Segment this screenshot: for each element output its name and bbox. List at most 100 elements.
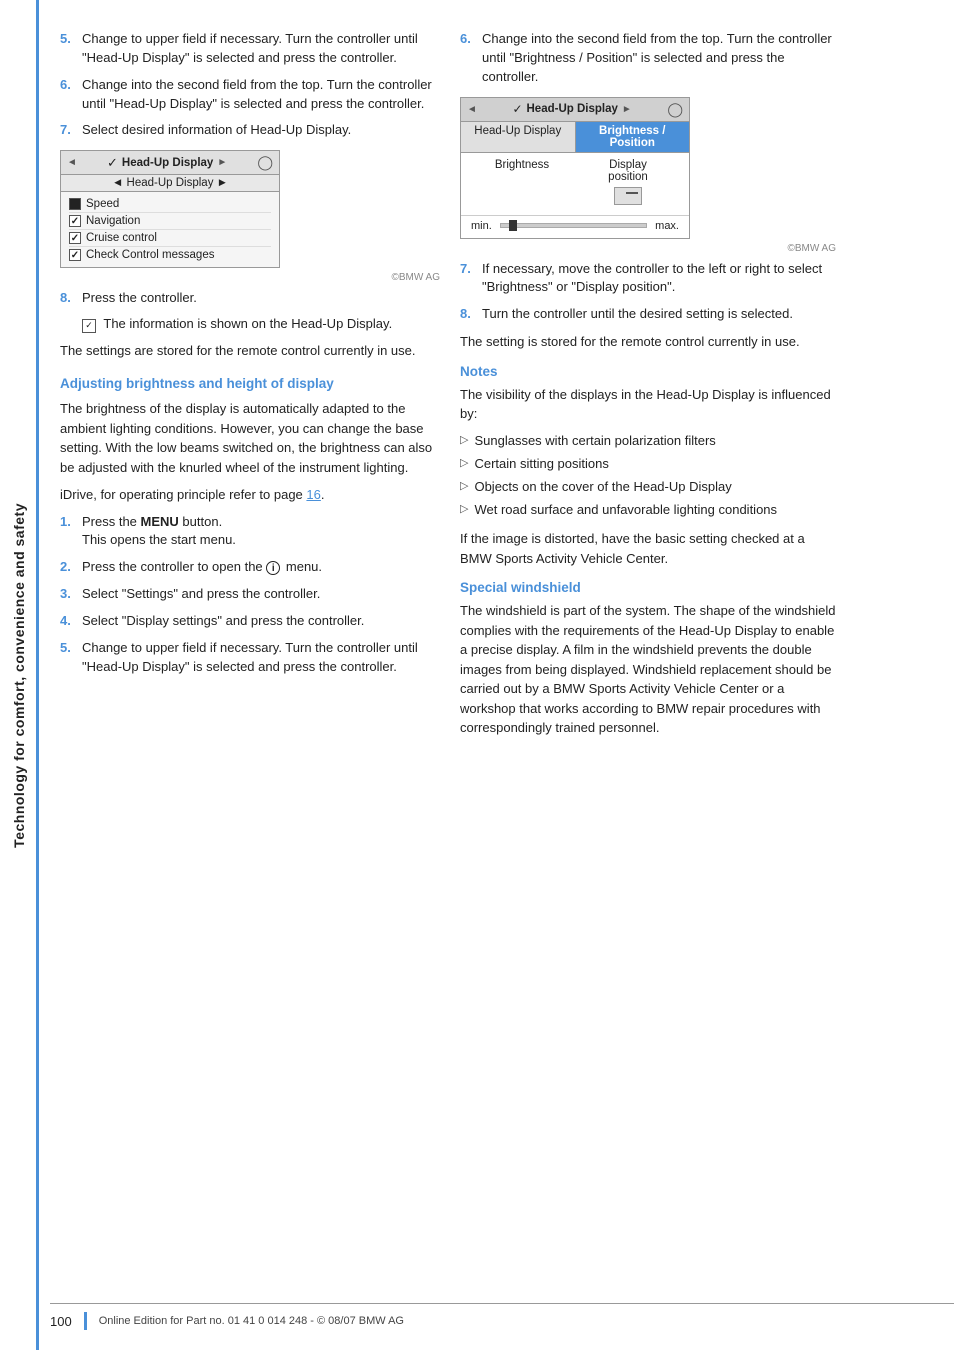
step-4-bottom-text: Select "Display settings" and press the … — [82, 612, 440, 631]
step-3-bottom: 3. Select "Settings" and press the contr… — [60, 585, 440, 604]
hud-box-1: ◄ ✓ Head-Up Display ► ◯ ◄ Head-Up Displa… — [60, 150, 280, 268]
hud-icon: ✓ — [107, 155, 118, 171]
hud-settings-title-center: ✓ Head-Up Display ► — [477, 102, 667, 116]
hud-settings-title-text: Head-Up Display — [527, 103, 618, 115]
idrive-page-link[interactable]: 16 — [306, 487, 320, 502]
hud-check-control-item: ✓ Check Control messages — [69, 247, 271, 263]
step-8-text: Press the controller. — [82, 289, 440, 308]
step-8: 8. Press the controller. — [60, 289, 440, 308]
para-settings-stored: The settings are stored for the remote c… — [60, 341, 440, 361]
hud-brightness-col: Brightness — [469, 159, 575, 209]
hud-display-pos-col: Displayposition — [575, 159, 681, 209]
hud-subtitle-text: ◄ Head-Up Display ► — [112, 177, 228, 189]
nav-label: Navigation — [86, 215, 140, 227]
step-1-bottom: 1. Press the MENU button. This opens the… — [60, 513, 440, 551]
step-8-num: 8. — [60, 289, 82, 308]
step-8-info: ✓ The information is shown on the Head-U… — [82, 316, 440, 333]
step-3-bottom-num: 3. — [60, 585, 82, 604]
notes-item-1: ▷ Sunglasses with certain polarization f… — [460, 432, 840, 450]
step-5-top: 5. Change to upper field if necessary. T… — [60, 30, 440, 68]
step-4-bottom-num: 4. — [60, 612, 82, 631]
slider-max-label: max. — [655, 220, 679, 232]
step-5-top-num: 5. — [60, 30, 82, 68]
page-number: 100 — [50, 1314, 72, 1329]
step-8-info-text: The information is shown on the Head-Up … — [103, 316, 392, 331]
notes-item-1-text: Sunglasses with certain polarization fil… — [474, 432, 715, 450]
step-5-bottom-text: Change to upper field if necessary. Turn… — [82, 639, 440, 677]
sidebar-bar — [36, 0, 39, 1350]
special-windshield-text: The windshield is part of the system. Th… — [460, 601, 840, 738]
slider-thumb — [509, 220, 517, 231]
brightness-description: The brightness of the display is automat… — [60, 399, 440, 477]
hud-corner: ◯ — [257, 154, 273, 171]
display-pos-line — [626, 192, 638, 194]
screenshot-caption-2: ©BMW AG — [460, 243, 836, 254]
notes-item-2: ▷ Certain sitting positions — [460, 455, 840, 473]
step-8-right-num: 8. — [460, 305, 482, 324]
display-pos-label: Displayposition — [575, 159, 681, 183]
step-2-bottom-num: 2. — [60, 558, 82, 577]
step-3-bottom-text: Select "Settings" and press the controll… — [82, 585, 440, 604]
step-4-bottom: 4. Select "Display settings" and press t… — [60, 612, 440, 631]
idrive-reference: iDrive, for operating principle refer to… — [60, 485, 440, 505]
display-pos-indicator — [614, 187, 642, 205]
bullet-arrow-3: ▷ — [460, 479, 468, 494]
setting-stored-para: The setting is stored for the remote con… — [460, 332, 840, 352]
hud-title-text: Head-Up Display — [122, 157, 213, 169]
step-6-right-text: Change into the second field from the to… — [482, 30, 840, 87]
nav-checkbox: ✓ — [69, 215, 81, 227]
step-5-top-text: Change to upper field if necessary. Turn… — [82, 30, 440, 68]
brightness-label: Brightness — [495, 159, 549, 171]
step-2-bottom-text: Press the controller to open the i menu. — [82, 558, 440, 577]
hud-items: Speed ✓ Navigation ✓ Cruise control — [61, 192, 279, 267]
hud-settings-left-arrow: ◄ — [467, 104, 477, 115]
main-content: 5. Change to upper field if necessary. T… — [50, 0, 954, 776]
step-7-top: 7. Select desired information of Head-Up… — [60, 121, 440, 140]
sidebar-label: Technology for comfort, convenience and … — [11, 503, 27, 848]
hud-subtitle: ◄ Head-Up Display ► — [61, 175, 279, 192]
bullet-arrow-2: ▷ — [460, 456, 468, 471]
footer-copyright: Online Edition for Part no. 01 41 0 014 … — [99, 1315, 404, 1327]
screenshot-caption-1: ©BMW AG — [60, 272, 440, 283]
slider-min-label: min. — [471, 220, 492, 232]
notes-item-3: ▷ Objects on the cover of the Head-Up Di… — [460, 478, 840, 496]
step-6-top: 6. Change into the second field from the… — [60, 76, 440, 114]
hud-tab-brightness: Brightness / Position — [576, 122, 690, 152]
hud-title-right-arrow: ► — [217, 157, 227, 168]
hud-title-center: ✓ Head-Up Display ► — [77, 155, 257, 171]
step-1-bottom-num: 1. — [60, 513, 82, 551]
notes-item-4-text: Wet road surface and unfavorable lightin… — [474, 501, 777, 519]
check-info-icon: ✓ — [82, 319, 96, 333]
hud-settings-box: ◄ ✓ Head-Up Display ► ◯ Head-Up Display … — [460, 97, 690, 239]
step-5-bottom-num: 5. — [60, 639, 82, 677]
speed-label: Speed — [86, 198, 119, 210]
step-8-right-text: Turn the controller until the desired se… — [482, 305, 840, 324]
step-7-top-num: 7. — [60, 121, 82, 140]
cruise-label: Cruise control — [86, 232, 157, 244]
step-5-bottom: 5. Change to upper field if necessary. T… — [60, 639, 440, 677]
hud-tab-display: Head-Up Display — [461, 122, 576, 152]
notes-item-2-text: Certain sitting positions — [474, 455, 608, 473]
hud-nav-item: ✓ Navigation — [69, 213, 271, 230]
step-6-top-num: 6. — [60, 76, 82, 114]
sidebar: Technology for comfort, convenience and … — [0, 0, 38, 1350]
hud-settings-corner-icon: ◯ — [667, 101, 683, 118]
step-7-right: 7. If necessary, move the controller to … — [460, 260, 840, 298]
hud-settings-icon: ✓ — [512, 102, 522, 116]
step-6-right: 6. Change into the second field from the… — [460, 30, 840, 87]
hud-cruise-item: ✓ Cruise control — [69, 230, 271, 247]
footer-divider-bar — [84, 1312, 87, 1330]
bullet-arrow-4: ▷ — [460, 502, 468, 517]
notes-heading: Notes — [460, 364, 840, 379]
idrive-text: iDrive, for operating principle refer to… — [60, 487, 303, 502]
step-7-top-text: Select desired information of Head-Up Di… — [82, 121, 440, 140]
check-control-checkbox: ✓ — [69, 249, 81, 261]
step-7-right-text: If necessary, move the controller to the… — [482, 260, 840, 298]
right-column: 6. Change into the second field from the… — [460, 30, 840, 746]
slider-track — [500, 223, 647, 228]
hud-title-left-arrow: ◄ — [67, 157, 77, 168]
step-1-bottom-text: Press the MENU button. This opens the st… — [82, 513, 440, 551]
notes-item-4: ▷ Wet road surface and unfavorable light… — [460, 501, 840, 519]
adjusting-section-heading: Adjusting brightness and height of displ… — [60, 376, 440, 391]
check-control-label: Check Control messages — [86, 249, 214, 261]
